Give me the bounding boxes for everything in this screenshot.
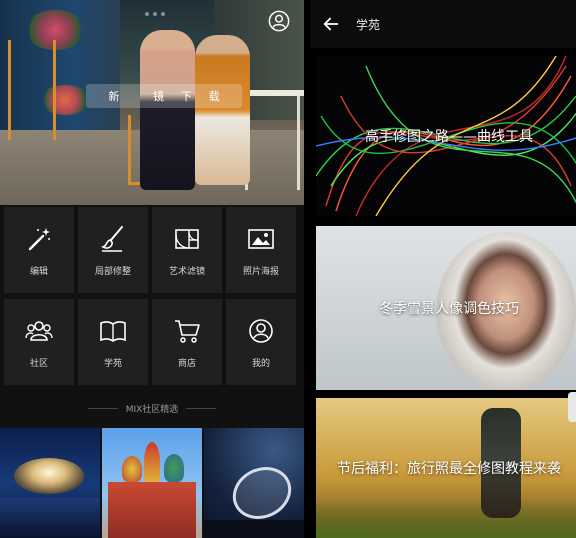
hero-person-right [195, 35, 250, 185]
tutorial-card[interactable]: 冬季雪景人像调色技巧 [316, 226, 576, 390]
photo-water [0, 498, 100, 538]
back-arrow-icon [323, 17, 339, 31]
field-grass [316, 498, 576, 538]
divider [186, 407, 217, 409]
feature-art-filter[interactable]: 艺术滤镜 [152, 207, 222, 293]
book-icon [100, 320, 126, 342]
profile-button[interactable] [268, 10, 290, 32]
magic-wand-icon [28, 227, 50, 250]
profile-icon [268, 10, 290, 32]
feature-label: 商店 [177, 358, 196, 369]
back-button[interactable] [316, 9, 346, 39]
banner-caption[interactable]: 新 镜 下 载 [86, 84, 242, 108]
feature-mine[interactable]: 我的 [226, 299, 296, 385]
photo-radio-dish [224, 457, 300, 529]
feature-photo-poster[interactable]: 照片海报 [226, 207, 296, 293]
photo-dome [14, 458, 84, 494]
academy-screen: 学苑 高手修图之路——曲线工具 冬季雪景人像调色技巧 节后福利：旅行照最全修图教… [310, 0, 576, 538]
community-photo[interactable] [0, 428, 100, 538]
photo-ground [204, 520, 304, 538]
feature-store[interactable]: 商店 [152, 299, 222, 385]
card-title: 节后福利：旅行照最全修图教程来袭 [337, 461, 561, 477]
home-screen: 新 镜 下 载 编辑 局部修整 艺术滤镜 照片海报 社区 学苑 商店 我的 MI… [0, 0, 304, 538]
caption-char: 下 [180, 90, 192, 103]
community-photo[interactable] [204, 428, 304, 538]
hero-person-left [140, 30, 195, 190]
indicator-dot [145, 12, 149, 16]
hero-table [245, 95, 300, 190]
feature-community[interactable]: 社区 [4, 299, 74, 385]
section-title: MIX社区精选 [125, 404, 179, 415]
profile-icon [249, 318, 273, 343]
top-bar: 学苑 [310, 0, 576, 48]
feature-grid: 编辑 局部修整 艺术滤镜 照片海报 社区 学苑 商店 我的 [4, 207, 300, 385]
feature-label: 编辑 [29, 266, 48, 277]
cart-icon [175, 319, 200, 343]
banner-indicator [145, 12, 165, 16]
indicator-dot [153, 12, 157, 16]
section-header: MIX社区精选 [0, 398, 304, 418]
card-title: 冬季雪景人像调色技巧 [379, 301, 519, 317]
community-photos [0, 428, 304, 538]
feature-local-retouch[interactable]: 局部修整 [78, 207, 148, 293]
hero-banner[interactable]: 新 镜 下 载 [0, 0, 304, 205]
brush-icon [100, 225, 123, 252]
caption-char: 新 [108, 90, 120, 103]
edge-handle[interactable] [568, 392, 576, 422]
caption-char: 镜 [152, 90, 164, 103]
poster-icon [248, 228, 274, 249]
divider [87, 407, 118, 409]
tutorial-card[interactable]: 高手修图之路——曲线工具 [316, 56, 576, 216]
photo-cathedral-base [108, 482, 196, 538]
feature-label: 社区 [29, 358, 48, 369]
card-title: 高手修图之路——曲线工具 [365, 129, 533, 145]
golden-ratio-icon [175, 228, 199, 249]
feature-label: 艺术滤镜 [168, 266, 205, 277]
feature-edit[interactable]: 编辑 [4, 207, 74, 293]
feature-label: 局部修整 [94, 266, 131, 277]
feature-label: 我的 [251, 358, 270, 369]
photo-cathedral-dome [122, 456, 142, 482]
photo-cathedral-dome [164, 454, 184, 482]
photo-cathedral-dome [144, 442, 160, 482]
page-title: 学苑 [356, 17, 381, 32]
hero-chair [8, 40, 56, 140]
caption-char: 载 [208, 90, 220, 103]
community-icon [25, 320, 53, 341]
tutorial-card[interactable]: 节后福利：旅行照最全修图教程来袭 [316, 398, 576, 538]
feature-label: 学苑 [103, 358, 122, 369]
indicator-dot [161, 12, 165, 16]
feature-label: 照片海报 [242, 266, 279, 277]
community-photo[interactable] [102, 428, 202, 538]
feature-academy[interactable]: 学苑 [78, 299, 148, 385]
